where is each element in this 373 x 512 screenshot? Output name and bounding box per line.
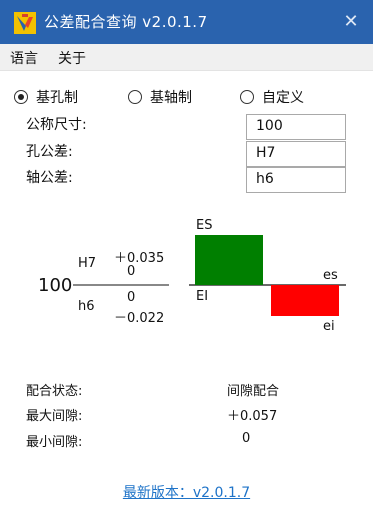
min-clearance-label: 最小间隙:: [26, 435, 83, 450]
shaft-upper-label: es: [323, 268, 338, 283]
shaft-lower-deviation: －0.022: [114, 311, 165, 326]
hole-lower-label: EI: [196, 289, 209, 304]
shaft-lower-label: ei: [323, 319, 335, 334]
hole-tolerance-zone: [195, 235, 263, 285]
max-clearance-label: 最大间隙:: [26, 409, 83, 424]
shaft-upper-deviation: 0: [127, 290, 136, 305]
hole-upper-deviation: ＋0.035: [114, 251, 165, 266]
hole-upper-label: ES: [196, 218, 213, 233]
hole-code: H7: [78, 256, 97, 271]
shaft-code: h6: [78, 299, 95, 314]
min-clearance-value: 0: [242, 431, 251, 446]
hole-lower-deviation: 0: [127, 264, 136, 279]
fit-state-value: 间隙配合: [227, 384, 280, 399]
fit-state-label: 配合状态:: [26, 384, 83, 399]
max-clearance-value: ＋0.057: [227, 409, 278, 424]
shaft-tolerance-zone: [271, 285, 339, 316]
latest-version-link[interactable]: 最新版本：v2.0.1.7: [0, 482, 373, 502]
